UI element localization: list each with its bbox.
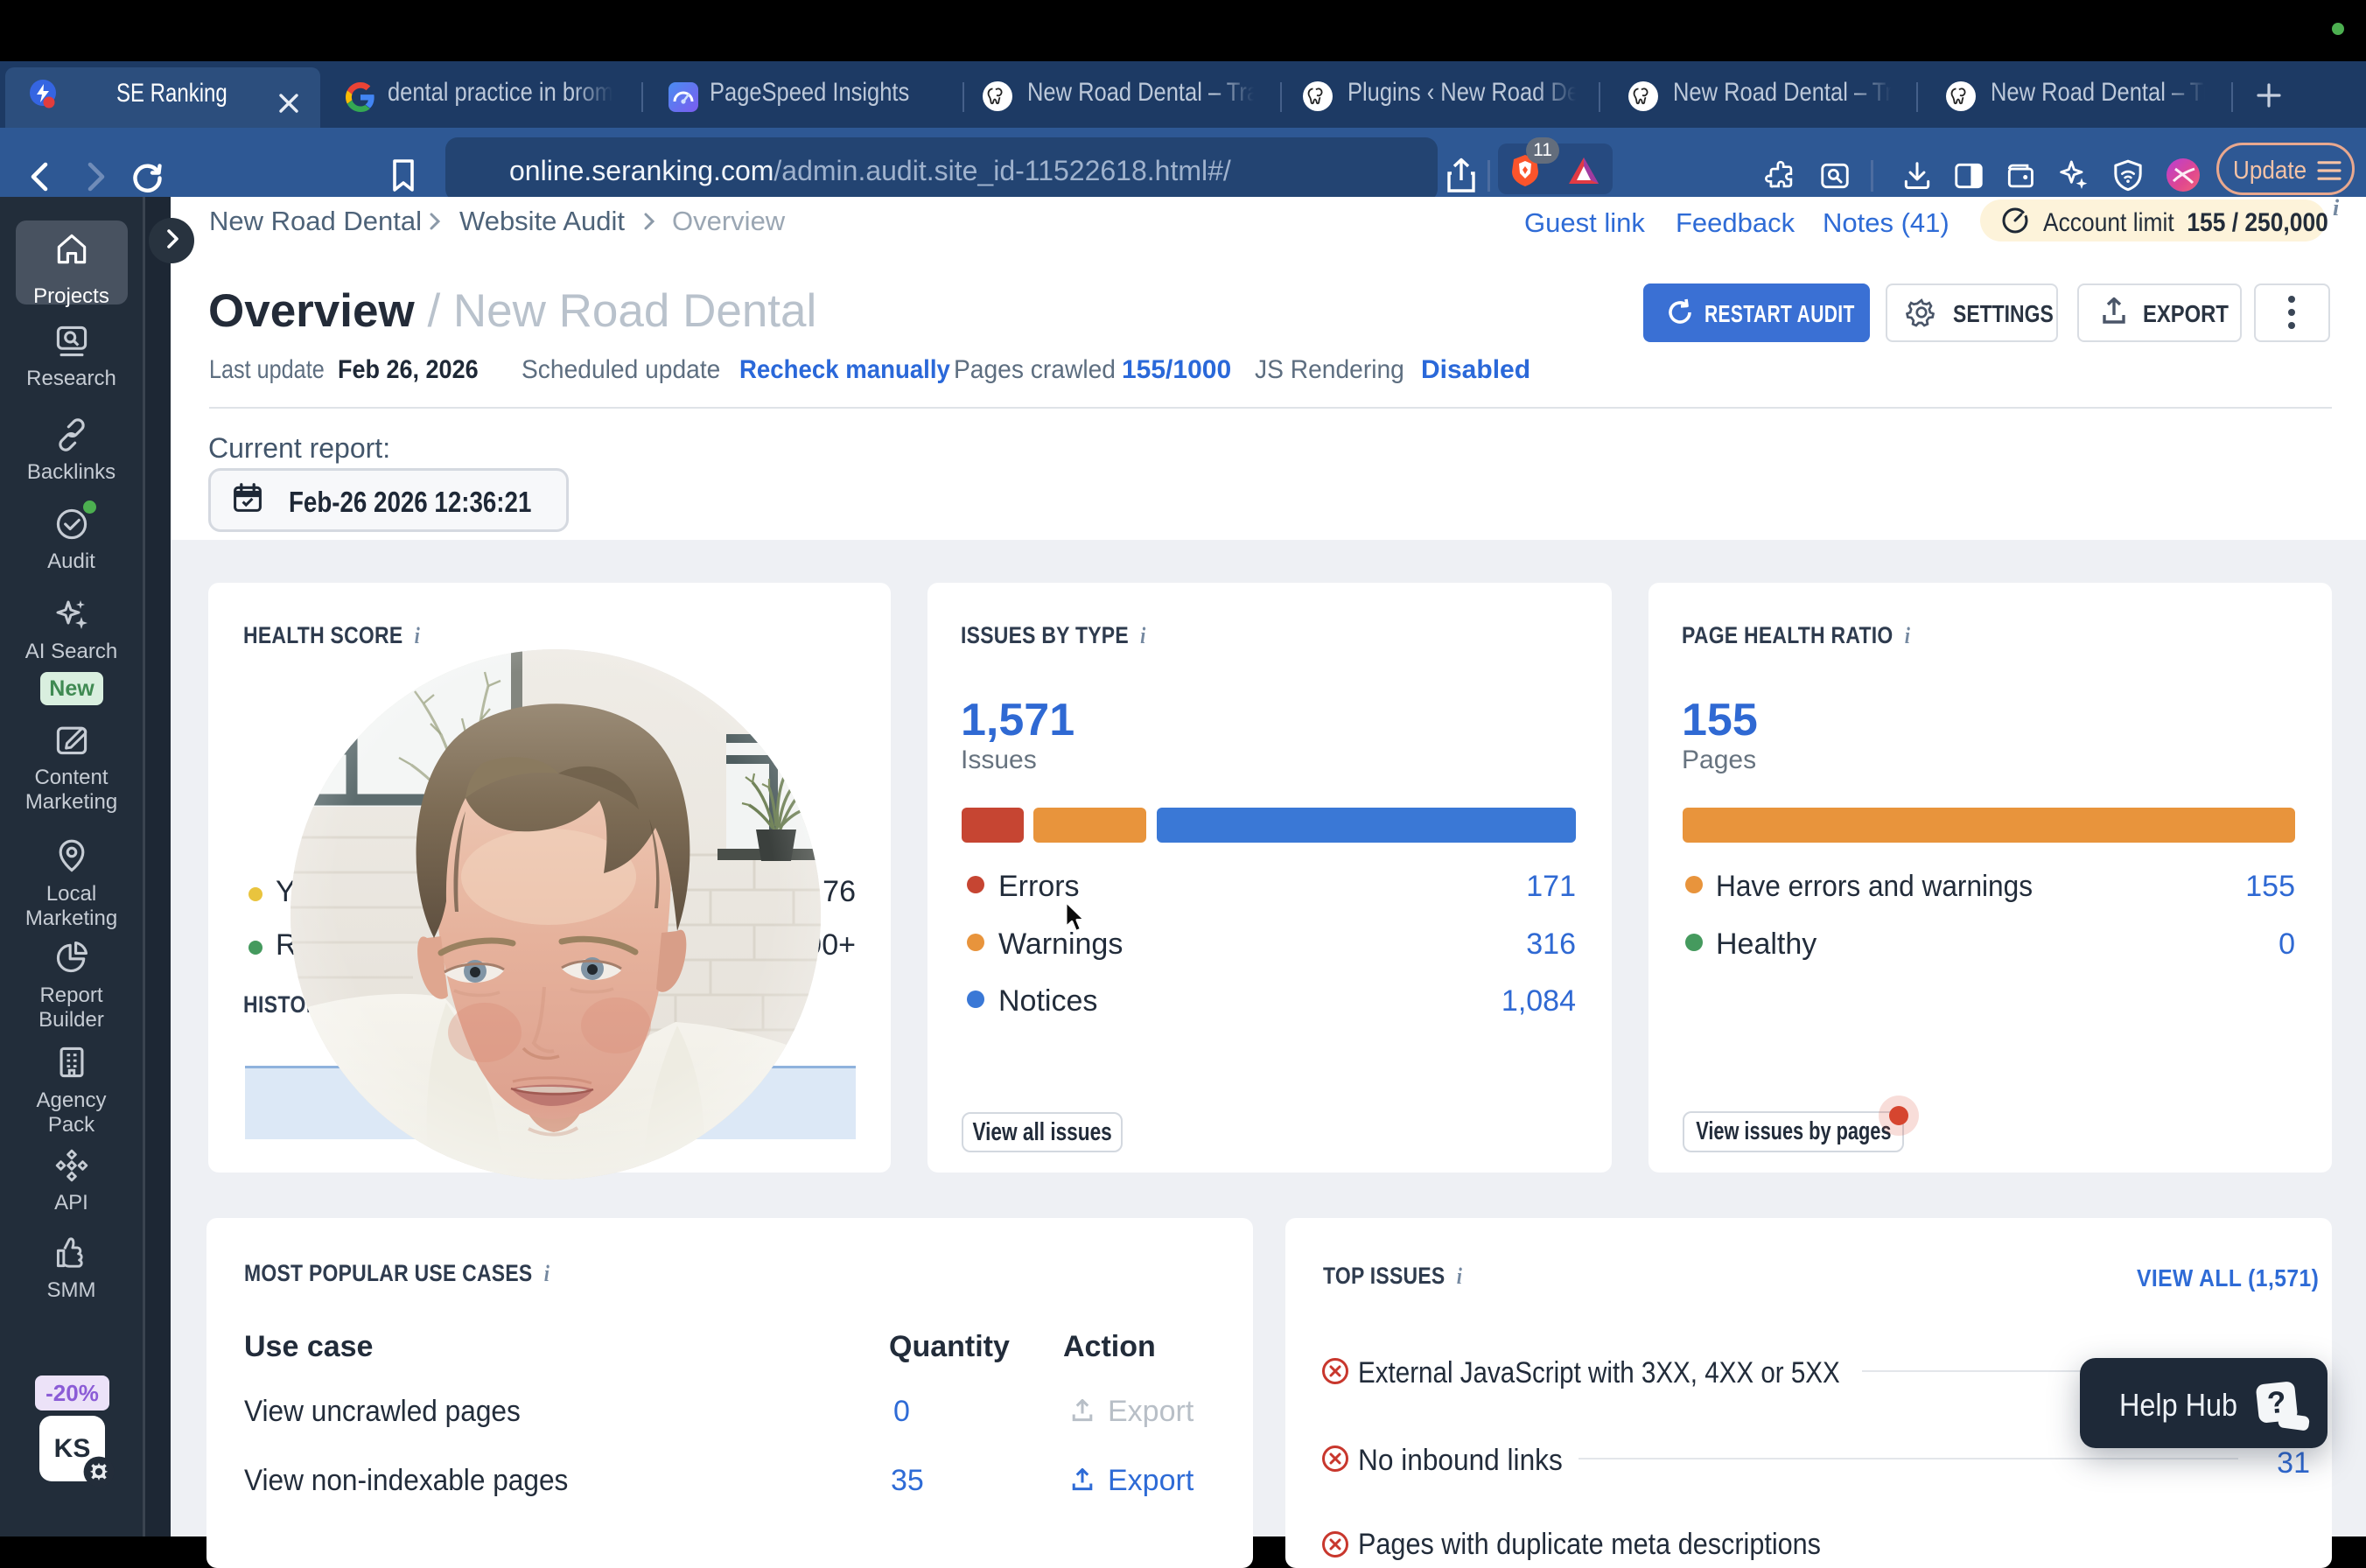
svg-text:?: ? (2265, 1385, 2287, 1421)
